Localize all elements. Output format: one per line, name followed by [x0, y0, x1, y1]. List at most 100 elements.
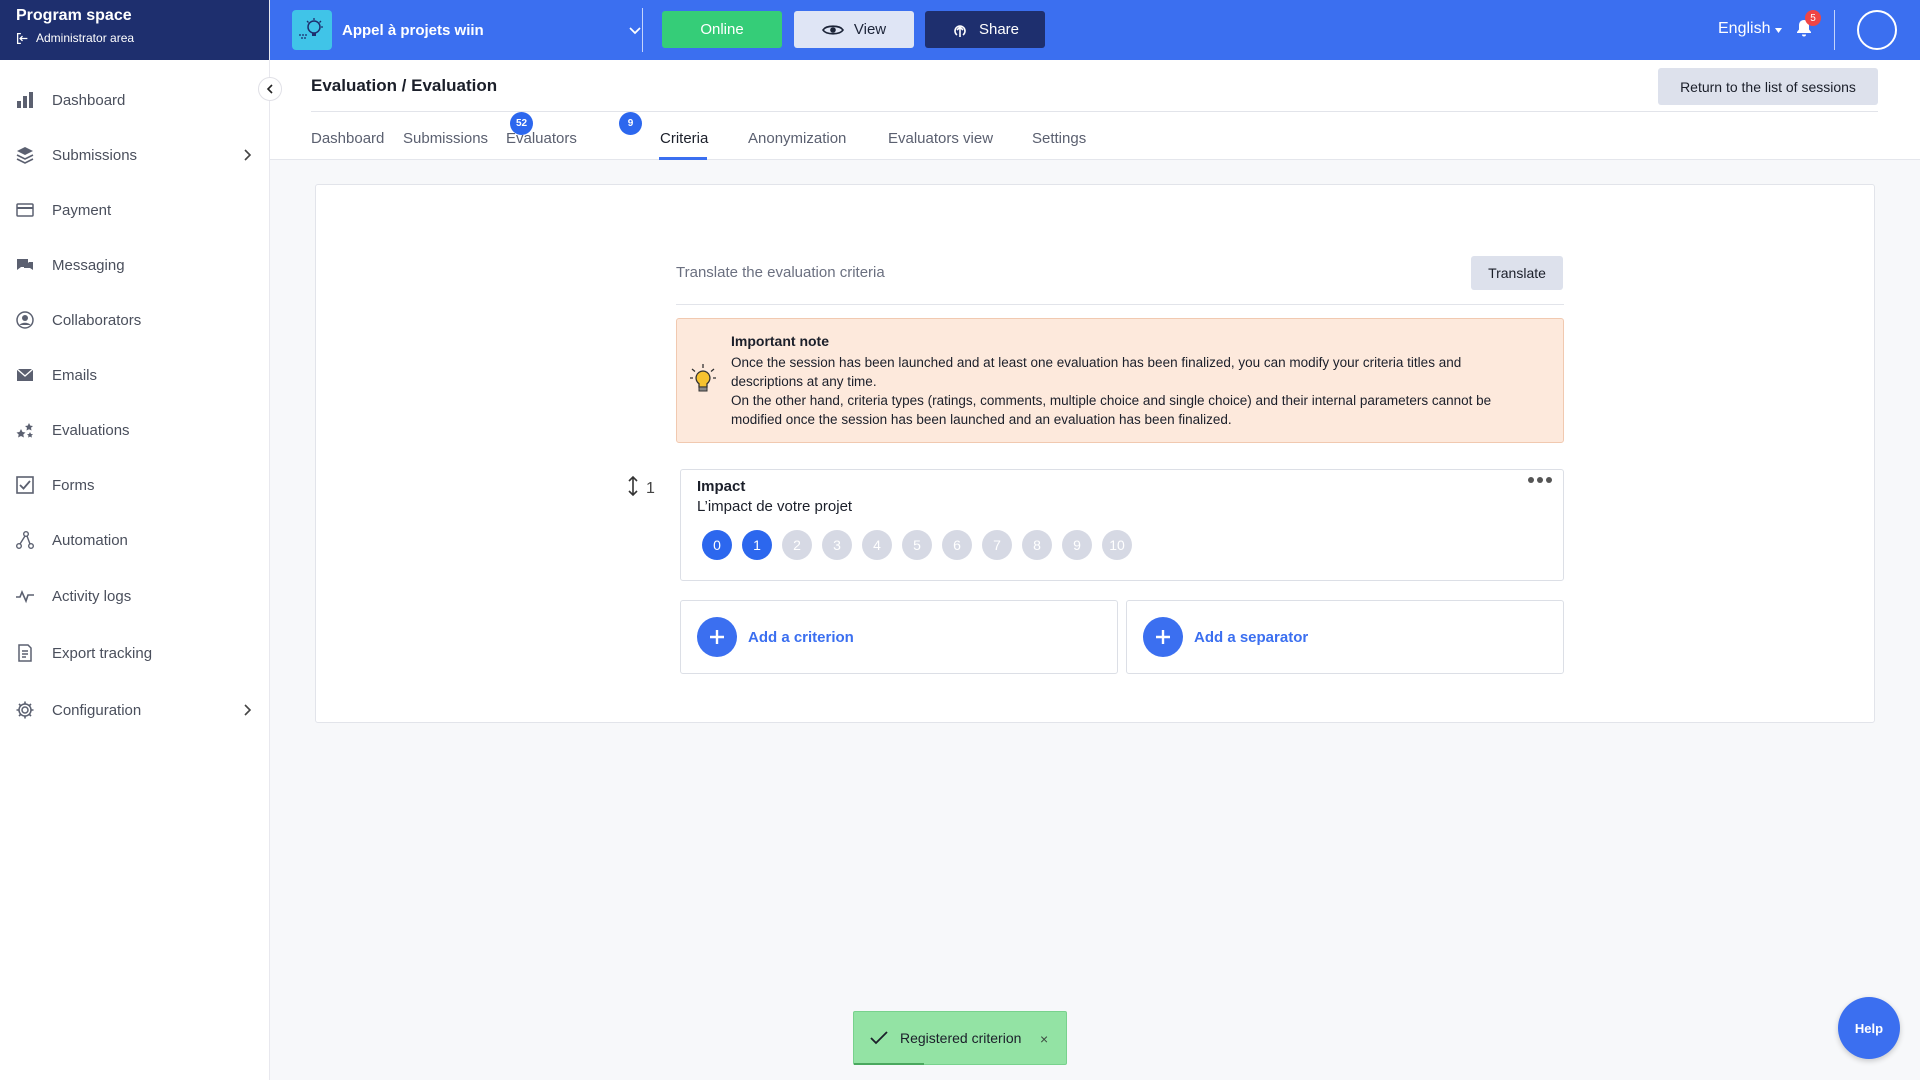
notifications-button[interactable]: 5	[1794, 10, 1821, 42]
rating-option[interactable]: 1	[742, 530, 772, 560]
sidebar-item-export-tracking[interactable]: Export tracking	[0, 633, 270, 673]
stars-icon	[14, 419, 36, 441]
add-separator-label: Add a separator	[1194, 628, 1309, 646]
rating-option[interactable]: 10	[1102, 530, 1132, 560]
sidebar-item-label: Export tracking	[52, 644, 153, 662]
rating-option[interactable]: 7	[982, 530, 1012, 560]
success-toast: Registered criterion ×	[853, 1011, 1067, 1065]
sidebar-item-forms[interactable]: Forms	[0, 465, 270, 505]
tab-evaluators[interactable]: Evaluators	[506, 130, 577, 147]
add-separator-button[interactable]: Add a separator	[1126, 600, 1564, 674]
evaluators-count-badge: 9	[619, 112, 642, 135]
add-criterion-button[interactable]: Add a criterion	[680, 600, 1118, 674]
sidebar-item-emails[interactable]: Emails	[0, 355, 270, 395]
divider	[311, 111, 1878, 112]
rating-scale: 0 1 2 3 4 5 6 7 8 9 10	[702, 530, 1132, 560]
language-selector[interactable]: English	[1718, 20, 1783, 38]
chevron-down-icon	[629, 27, 641, 35]
sidebar-item-label: Forms	[52, 476, 95, 494]
sidebar-item-label: Activity logs	[52, 587, 132, 605]
bar-chart-icon	[14, 89, 36, 111]
sidebar-item-payment[interactable]: Payment	[0, 190, 270, 230]
sidebar-item-label: Configuration	[52, 701, 142, 719]
sidebar-item-dashboard[interactable]: Dashboard	[0, 80, 270, 120]
online-button[interactable]: Online	[662, 11, 782, 48]
sidebar-item-automation[interactable]: Automation	[0, 520, 270, 560]
chevron-left-icon	[266, 84, 273, 94]
page-title: Evaluation / Evaluation	[311, 76, 498, 95]
tab-criteria[interactable]: Criteria	[660, 130, 708, 147]
add-criterion-label: Add a criterion	[748, 628, 854, 646]
translate-button[interactable]: Translate	[1471, 256, 1563, 290]
rating-option[interactable]: 3	[822, 530, 852, 560]
exit-icon	[16, 32, 28, 44]
toast-close-button[interactable]: ×	[1040, 1031, 1048, 1047]
rating-option[interactable]: 0	[702, 530, 732, 560]
tab-anonymization[interactable]: Anonymization	[748, 130, 846, 147]
important-note: Important note Once the session has been…	[676, 318, 1564, 443]
rating-option[interactable]: 6	[942, 530, 972, 560]
sidebar: Program space Administrator area Dashboa…	[0, 0, 270, 1080]
collapse-sidebar-button[interactable]	[258, 77, 282, 101]
sidebar-item-submissions[interactable]: Submissions	[0, 135, 270, 175]
divider	[676, 304, 1564, 305]
divider	[642, 8, 643, 52]
rating-option[interactable]: 2	[782, 530, 812, 560]
criterion-item[interactable]: Impact L’impact de votre projet 01234567…	[680, 469, 1564, 581]
sidebar-item-configuration[interactable]: Configuration	[0, 690, 270, 730]
sidebar-item-label: Submissions	[52, 146, 138, 164]
caret-down-icon	[1775, 28, 1783, 33]
notification-count-badge: 5	[1805, 10, 1821, 26]
rating-option[interactable]: 5	[902, 530, 932, 560]
top-bar: Appel à projets wiin Online View Share E…	[270, 0, 1920, 60]
lightbulb-icon	[690, 364, 716, 392]
note-paragraph: On the other hand, criteria types (ratin…	[731, 393, 1492, 427]
help-button[interactable]: Help	[1838, 997, 1900, 1059]
note-title: Important note	[731, 333, 829, 349]
drag-handle-icon[interactable]	[626, 475, 640, 497]
envelope-icon	[14, 364, 36, 386]
sidebar-item-label: Dashboard	[52, 91, 126, 109]
view-button[interactable]: View	[794, 11, 914, 48]
sidebar-header: Program space Administrator area	[0, 0, 269, 60]
sidebar-item-messaging[interactable]: Messaging	[0, 245, 270, 285]
more-options-icon[interactable]	[1527, 472, 1553, 488]
tab-evaluators-view[interactable]: Evaluators view	[888, 130, 993, 147]
toast-message: Registered criterion	[900, 1030, 1022, 1046]
avatar[interactable]	[1857, 10, 1897, 50]
checkmark-icon	[870, 1031, 888, 1045]
active-tab-indicator	[659, 157, 707, 160]
chevron-right-icon	[244, 149, 252, 161]
translate-criteria-label: Translate the evaluation criteria	[676, 264, 885, 281]
return-to-sessions-button[interactable]: Return to the list of sessions	[1658, 68, 1878, 105]
sidebar-item-label: Automation	[52, 531, 128, 549]
rating-option[interactable]: 9	[1062, 530, 1092, 560]
criterion-title: Impact	[697, 478, 746, 495]
rating-option[interactable]: 8	[1022, 530, 1052, 560]
tab-dashboard[interactable]: Dashboard	[311, 130, 384, 147]
sidebar-item-evaluations[interactable]: Evaluations	[0, 410, 270, 450]
rating-option[interactable]: 4	[862, 530, 892, 560]
flow-icon	[14, 529, 36, 551]
sidebar-item-label: Payment	[52, 201, 112, 219]
program-space-title: Program space	[16, 7, 132, 24]
tab-settings[interactable]: Settings	[1032, 130, 1086, 147]
administrator-area-label: Administrator area	[36, 31, 135, 45]
language-label: English	[1718, 20, 1771, 37]
program-selector[interactable]: Appel à projets wiin	[292, 10, 642, 50]
layers-icon	[14, 144, 36, 166]
sidebar-item-collaborators[interactable]: Collaborators	[0, 300, 270, 340]
administrator-area-link[interactable]: Administrator area	[16, 30, 253, 46]
sidebar-item-activity-logs[interactable]: Activity logs	[0, 576, 270, 616]
sidebar-item-label: Messaging	[52, 256, 125, 274]
chevron-right-icon	[244, 704, 252, 716]
divider	[1834, 10, 1835, 50]
criterion-description: L’impact de votre projet	[697, 498, 853, 515]
page-header: Evaluation / Evaluation Return to the li…	[270, 60, 1920, 160]
note-paragraph: Once the session has been launched and a…	[731, 355, 1462, 389]
share-button[interactable]: Share	[925, 11, 1045, 48]
sidebar-item-label: Evaluations	[52, 421, 130, 439]
program-logo	[292, 10, 332, 50]
credit-card-icon	[14, 199, 36, 221]
tab-submissions[interactable]: Submissions	[403, 130, 488, 147]
